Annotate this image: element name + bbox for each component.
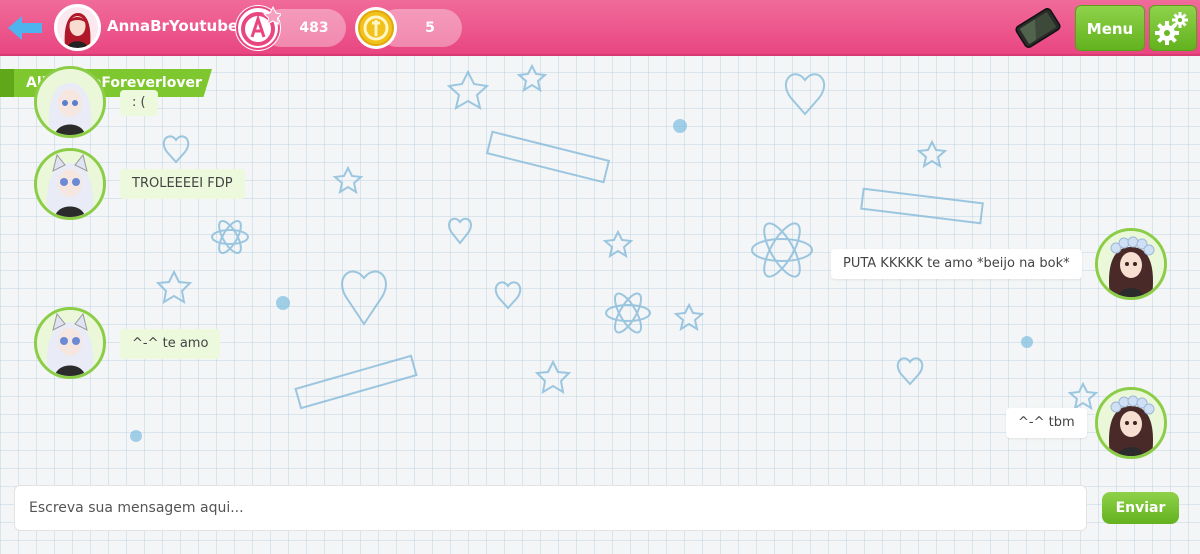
message-bubble: : ( (120, 90, 158, 116)
message-input[interactable] (14, 485, 1087, 531)
send-button[interactable]: Enviar (1102, 492, 1179, 524)
message-bubble: TROLEEEEI FDP (120, 169, 245, 199)
message-bubble: PUTA KKKKK te amo *beijo na bok* (831, 249, 1082, 279)
chat-partner-name: AliceLoveForeverlover (0, 69, 212, 97)
notebook-doodles (130, 63, 1099, 442)
message-bubble: ^-^ tbm (1006, 408, 1087, 438)
user-avatar[interactable] (54, 4, 101, 51)
phone-icon[interactable] (1010, 6, 1066, 50)
partner-avatar[interactable] (34, 66, 106, 138)
points-value: 483 (299, 20, 329, 36)
top-bar: AnnaBrYoutube 483 5 Menu (0, 0, 1200, 56)
settings-button[interactable] (1149, 5, 1197, 51)
back-arrow-icon[interactable] (6, 14, 44, 42)
my-avatar[interactable] (1095, 228, 1167, 300)
coins-value: 5 (425, 20, 435, 36)
message-bubble: ^-^ te amo (120, 329, 221, 359)
coin-icon[interactable] (353, 5, 399, 51)
username-label[interactable]: AnnaBrYoutube (107, 17, 238, 35)
partner-avatar[interactable] (34, 307, 106, 379)
partner-avatar[interactable] (34, 148, 106, 220)
menu-button[interactable]: Menu (1075, 5, 1145, 51)
my-avatar[interactable] (1095, 387, 1167, 459)
gears-icon (1155, 12, 1188, 45)
points-badge-icon[interactable] (235, 5, 284, 51)
